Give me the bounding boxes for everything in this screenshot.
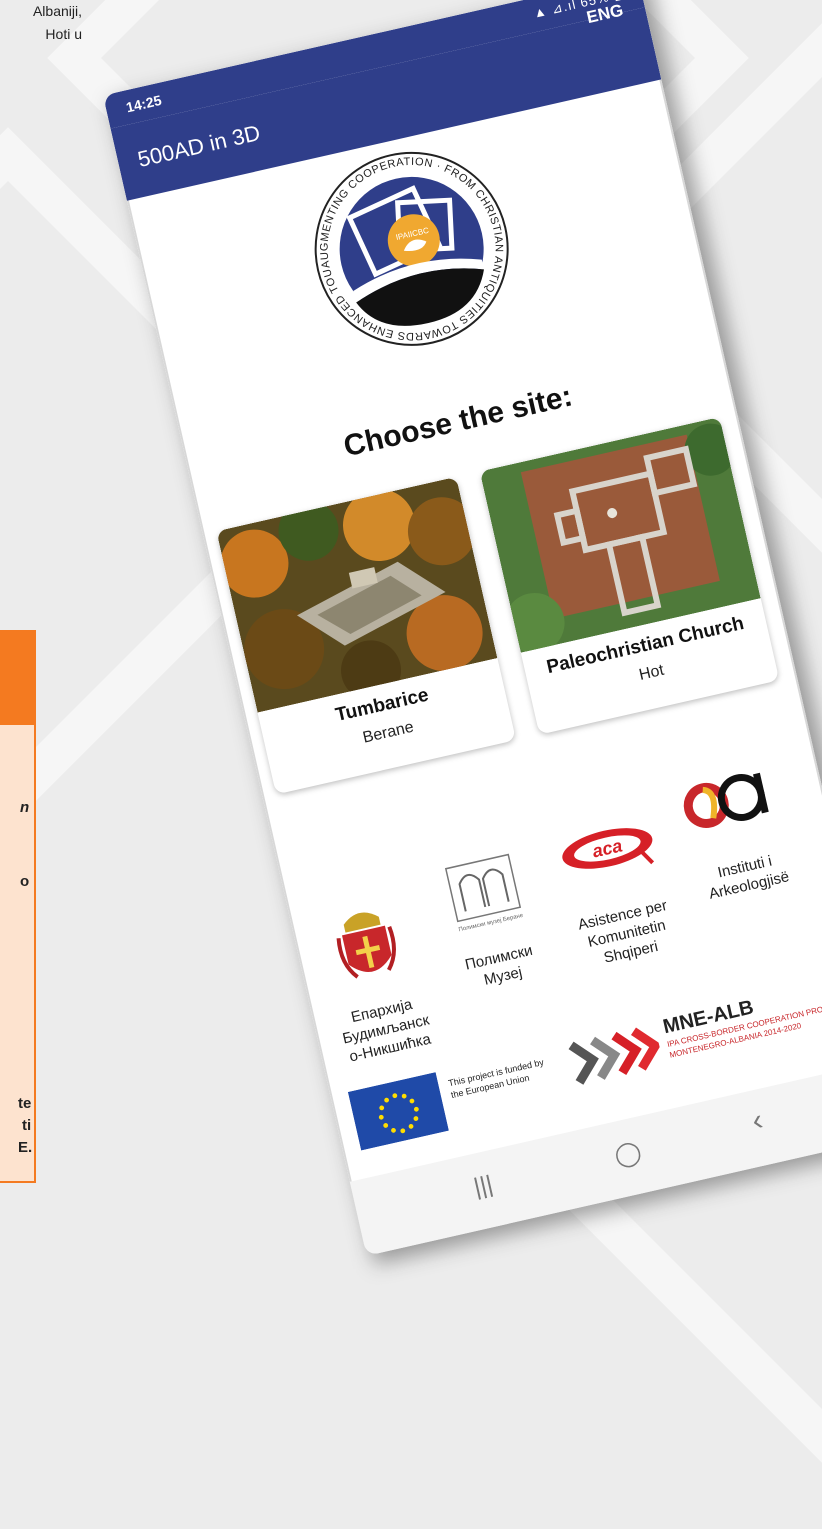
box-fragment: n bbox=[20, 799, 30, 816]
back-button[interactable]: ‹ bbox=[749, 1103, 766, 1138]
aca-logo-icon: aca bbox=[562, 828, 655, 869]
box-fragment: te bbox=[18, 1095, 32, 1112]
eu-caption: This project is funded by the European U… bbox=[447, 1056, 547, 1101]
box-fragment: o bbox=[20, 873, 30, 890]
eu-flag-icon bbox=[347, 1072, 449, 1151]
site-card-tumbarice[interactable]: Tumbarice Berane bbox=[216, 476, 517, 795]
museum-logo-icon: Полимски музеј Беране bbox=[444, 853, 524, 933]
background-text-line: Albaniji, bbox=[32, 3, 82, 19]
background-text: Albaniji, Hoti u bbox=[0, 0, 82, 46]
box-fragment: ti bbox=[22, 1117, 32, 1134]
background-box: n o te ti E. bbox=[0, 725, 36, 1183]
eparchy-coat-of-arms-icon bbox=[336, 912, 396, 979]
background-text-line: Hoti u bbox=[45, 26, 82, 42]
status-time: 14:25 bbox=[124, 91, 163, 116]
app-title: 500AD in 3D bbox=[135, 119, 263, 172]
recent-apps-button[interactable]: ||| bbox=[471, 1171, 495, 1202]
institute-logo-icon bbox=[683, 772, 769, 828]
site-card-paleochristian-church[interactable]: Paleochristian Church Hot bbox=[479, 416, 780, 735]
program-arrows-icon bbox=[568, 1027, 662, 1085]
background-box-header bbox=[0, 630, 36, 725]
project-logo: AUGMENTING COOPERATION · FROM CHRISTIAN … bbox=[292, 129, 523, 363]
box-fragment: E. bbox=[18, 1139, 33, 1156]
home-button[interactable]: ◯ bbox=[612, 1137, 645, 1171]
